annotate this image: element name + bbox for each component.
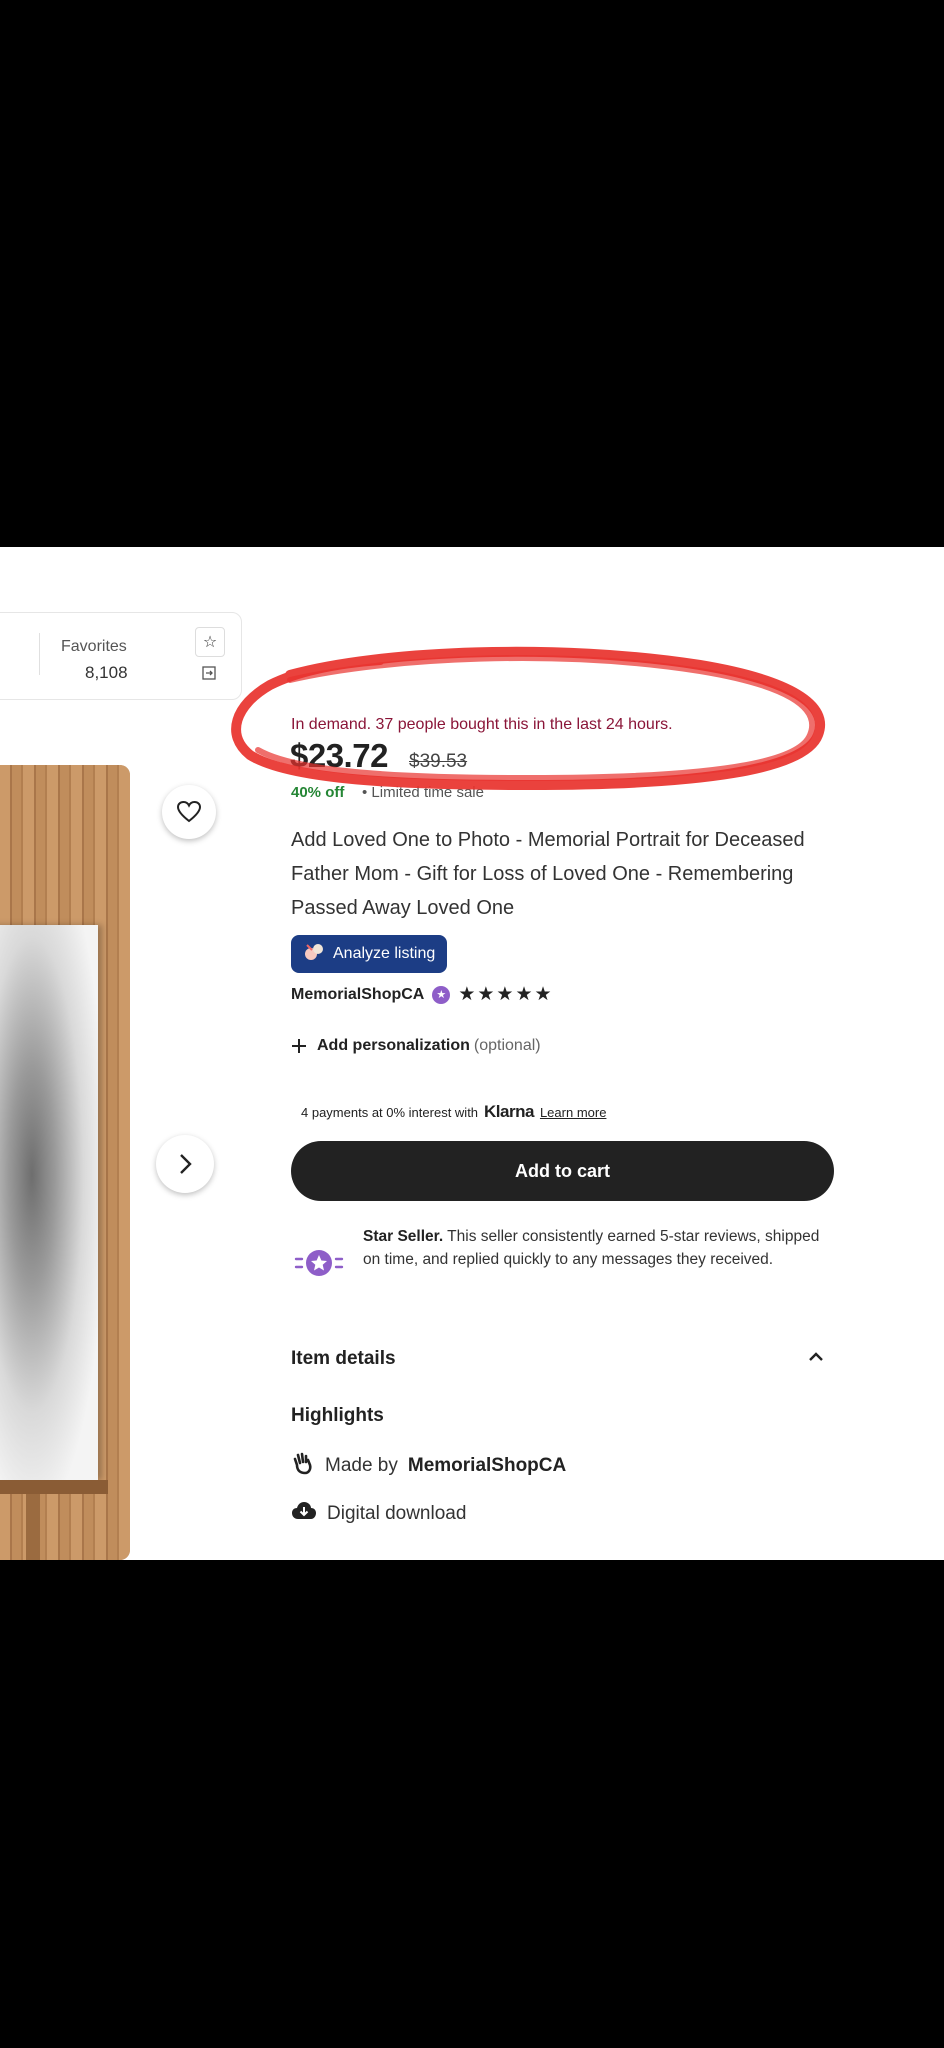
portrait-canvas [0,925,98,1480]
plus-icon [292,1039,306,1053]
klarna-logo: Klarna [484,1102,534,1121]
add-to-cart-button[interactable]: Add to cart [291,1141,834,1201]
made-by-prefix: Made by [325,1455,398,1476]
digital-download-row: Digital download [291,1500,466,1528]
analyze-listing-label: Analyze listing [333,945,436,962]
collapse-icon[interactable] [195,659,223,687]
rating-stars: ★★★★★ [458,984,554,1005]
chevron-up-icon[interactable] [808,1347,824,1368]
favorites-label: Favorites [61,638,127,655]
easel-leg [26,1494,40,1560]
sale-label: • Limited time sale [362,784,484,801]
klarna-text: 4 payments at 0% interest with [301,1105,479,1120]
product-page: Favorites 8,108 ☆ In demand. 37 people b… [0,547,944,1560]
klarna-learn-more-link[interactable]: Learn more [540,1105,606,1120]
made-by-row: Made by MemorialShopCA [291,1451,566,1481]
easel-shelf [0,1480,108,1494]
star-seller-text: Star Seller. This seller consistently ea… [363,1225,833,1291]
star-seller-info: Star Seller. This seller consistently ea… [291,1225,833,1291]
sale-price: $23.72 [290,737,388,774]
highlights-heading: Highlights [291,1405,384,1426]
personalization-optional: (optional) [473,1037,541,1054]
star-icon[interactable]: ☆ [195,627,225,657]
klarna-row: 4 payments at 0% interest with Klarna Le… [301,1102,606,1122]
digital-download-label: Digital download [327,1503,467,1524]
star-seller-title: Star Seller. [363,1228,444,1245]
chevron-right-icon [180,1154,192,1174]
personalization-label: Add personalization [317,1037,470,1054]
shop-name-link[interactable]: MemorialShopCA [291,986,424,1004]
discount-label: 40% off [291,784,345,801]
favorites-count: 8,108 [85,663,128,682]
made-by-shop: MemorialShopCA [407,1455,567,1476]
stats-divider [39,633,40,675]
heart-icon [176,800,202,823]
item-details-toggle[interactable]: Item details [291,1348,396,1370]
waving-hand-icon [291,1451,315,1481]
star-seller-icon [291,1235,347,1291]
original-price: $39.53 [409,751,468,772]
next-image-button[interactable] [156,1135,214,1193]
product-title: Add Loved One to Photo - Memorial Portra… [291,829,805,919]
cloud-download-icon [291,1500,317,1528]
analyze-icon [303,941,325,968]
add-personalization-button[interactable]: Add personalization (optional) [291,1037,541,1055]
stats-card: Favorites 8,108 ☆ [0,612,242,700]
shop-row: MemorialShopCA ★ ★★★★★ [291,983,554,1006]
favorite-heart-button[interactable] [162,785,216,839]
analyze-listing-button[interactable]: Analyze listing [291,935,448,973]
product-photo[interactable] [0,765,130,1560]
star-seller-badge-icon: ★ [432,985,451,1004]
demand-notice: In demand. 37 people bought this in the … [291,716,673,733]
